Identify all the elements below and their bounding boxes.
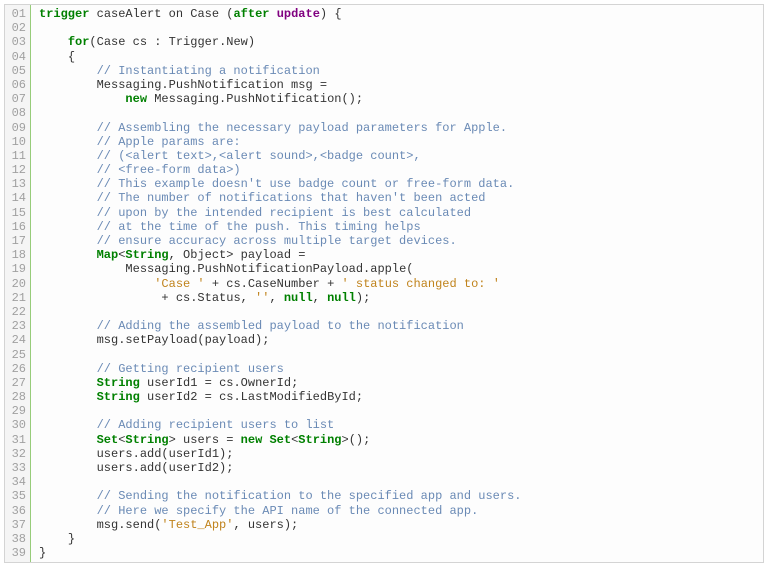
line-number: 33 bbox=[9, 461, 26, 475]
code-line: } bbox=[39, 546, 759, 560]
code-line: // ensure accuracy across multiple targe… bbox=[39, 234, 759, 248]
line-number: 14 bbox=[9, 191, 26, 205]
code-line: // upon by the intended recipient is bes… bbox=[39, 206, 759, 220]
line-number: 31 bbox=[9, 433, 26, 447]
code-line: // Getting recipient users bbox=[39, 362, 759, 376]
line-number: 13 bbox=[9, 177, 26, 191]
line-number: 11 bbox=[9, 149, 26, 163]
code-line: // Assembling the necessary payload para… bbox=[39, 121, 759, 135]
code-line: // Adding recipient users to list bbox=[39, 418, 759, 432]
line-number: 18 bbox=[9, 248, 26, 262]
line-number: 35 bbox=[9, 489, 26, 503]
code-content: trigger caseAlert on Case (after update)… bbox=[31, 5, 763, 562]
code-line: { bbox=[39, 50, 759, 64]
code-block: 01 02 03 04 05 06 07 08 09 10 11 12 13 1… bbox=[4, 4, 764, 563]
line-number: 22 bbox=[9, 305, 26, 319]
code-line: // at the time of the push. This timing … bbox=[39, 220, 759, 234]
line-number: 30 bbox=[9, 418, 26, 432]
code-line: // Adding the assembled payload to the n… bbox=[39, 319, 759, 333]
code-line bbox=[39, 475, 759, 489]
line-number: 04 bbox=[9, 50, 26, 64]
code-line: Messaging.PushNotificationPayload.apple( bbox=[39, 262, 759, 276]
line-number: 39 bbox=[9, 546, 26, 560]
line-number: 05 bbox=[9, 64, 26, 78]
line-number: 20 bbox=[9, 277, 26, 291]
code-line: // Apple params are: bbox=[39, 135, 759, 149]
line-number: 36 bbox=[9, 504, 26, 518]
line-number: 03 bbox=[9, 35, 26, 49]
line-number: 16 bbox=[9, 220, 26, 234]
code-line: String userId2 = cs.LastModifiedById; bbox=[39, 390, 759, 404]
line-number-gutter: 01 02 03 04 05 06 07 08 09 10 11 12 13 1… bbox=[5, 5, 31, 562]
code-line: // <free-form data>) bbox=[39, 163, 759, 177]
code-line: msg.setPayload(payload); bbox=[39, 333, 759, 347]
code-line bbox=[39, 404, 759, 418]
code-line: // (<alert text>,<alert sound>,<badge co… bbox=[39, 149, 759, 163]
code-line: Messaging.PushNotification msg = bbox=[39, 78, 759, 92]
line-number: 08 bbox=[9, 106, 26, 120]
line-number: 25 bbox=[9, 348, 26, 362]
line-number: 38 bbox=[9, 532, 26, 546]
line-number: 32 bbox=[9, 447, 26, 461]
line-number: 26 bbox=[9, 362, 26, 376]
code-line: // Instantiating a notification bbox=[39, 64, 759, 78]
line-number: 01 bbox=[9, 7, 26, 21]
code-line: new Messaging.PushNotification(); bbox=[39, 92, 759, 106]
code-line: // This example doesn't use badge count … bbox=[39, 177, 759, 191]
code-line bbox=[39, 305, 759, 319]
line-number: 10 bbox=[9, 135, 26, 149]
line-number: 34 bbox=[9, 475, 26, 489]
code-line: trigger caseAlert on Case (after update)… bbox=[39, 7, 759, 21]
code-line: + cs.Status, '', null, null); bbox=[39, 291, 759, 305]
line-number: 09 bbox=[9, 121, 26, 135]
code-line: // Sending the notification to the speci… bbox=[39, 489, 759, 503]
code-line: // Here we specify the API name of the c… bbox=[39, 504, 759, 518]
line-number: 06 bbox=[9, 78, 26, 92]
line-number: 15 bbox=[9, 206, 26, 220]
code-line: users.add(userId2); bbox=[39, 461, 759, 475]
line-number: 24 bbox=[9, 333, 26, 347]
line-number: 37 bbox=[9, 518, 26, 532]
code-line: 'Case ' + cs.CaseNumber + ' status chang… bbox=[39, 277, 759, 291]
code-line bbox=[39, 106, 759, 120]
line-number: 17 bbox=[9, 234, 26, 248]
code-line: String userId1 = cs.OwnerId; bbox=[39, 376, 759, 390]
line-number: 02 bbox=[9, 21, 26, 35]
code-line bbox=[39, 348, 759, 362]
line-number: 12 bbox=[9, 163, 26, 177]
code-line bbox=[39, 21, 759, 35]
code-line: for(Case cs : Trigger.New) bbox=[39, 35, 759, 49]
line-number: 29 bbox=[9, 404, 26, 418]
line-number: 07 bbox=[9, 92, 26, 106]
code-line: Set<String> users = new Set<String>(); bbox=[39, 433, 759, 447]
line-number: 28 bbox=[9, 390, 26, 404]
code-line: // The number of notifications that have… bbox=[39, 191, 759, 205]
code-line: } bbox=[39, 532, 759, 546]
code-line: Map<String, Object> payload = bbox=[39, 248, 759, 262]
line-number: 27 bbox=[9, 376, 26, 390]
line-number: 23 bbox=[9, 319, 26, 333]
line-number: 19 bbox=[9, 262, 26, 276]
code-line: users.add(userId1); bbox=[39, 447, 759, 461]
code-line: msg.send('Test_App', users); bbox=[39, 518, 759, 532]
line-number: 21 bbox=[9, 291, 26, 305]
